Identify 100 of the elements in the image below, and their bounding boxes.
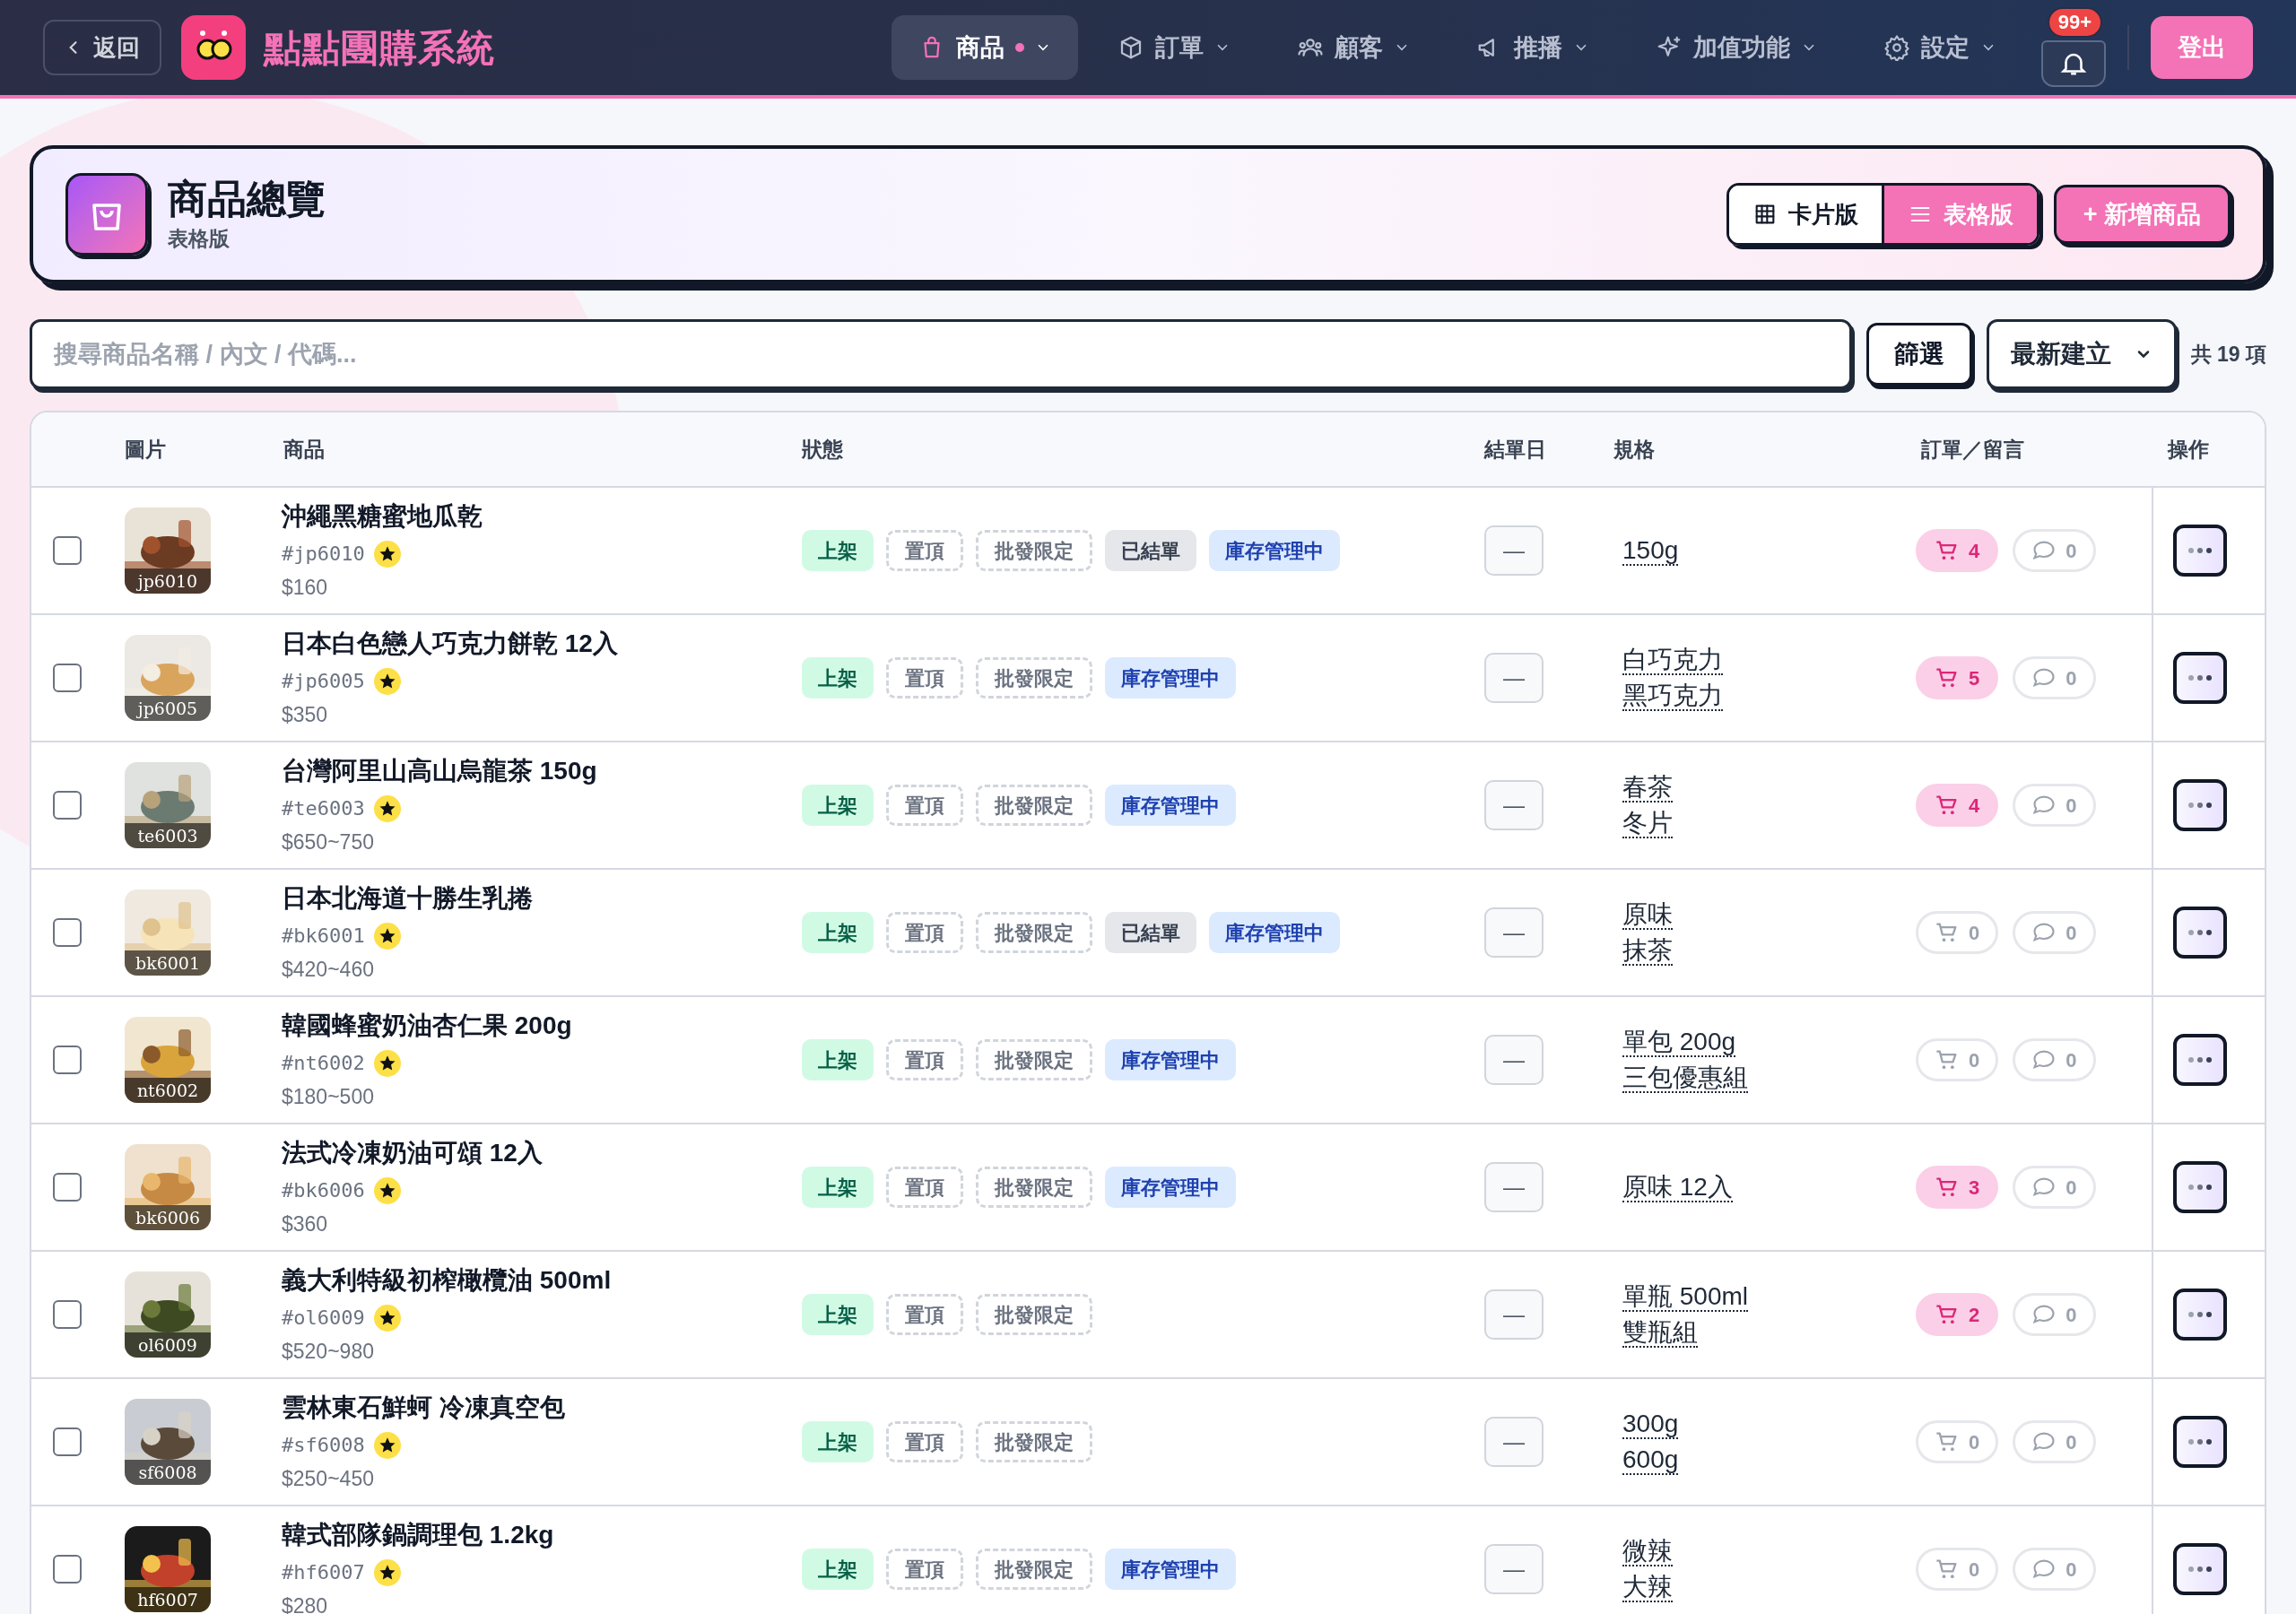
more-button[interactable] [2173,779,2227,831]
row-checkbox[interactable] [53,1300,82,1329]
product-price: $420~460 [282,957,375,984]
deadline-button[interactable]: — [1484,1162,1544,1212]
deadline-button[interactable]: — [1484,653,1544,703]
spec-option[interactable]: 抹茶 [1622,936,1673,966]
status-tag: 置頂 [886,530,963,571]
deadline-button[interactable]: — [1484,1417,1544,1467]
spec-option[interactable]: 單包 200g [1622,1028,1736,1057]
status-tag: 批發限定 [976,530,1092,571]
product-price: $250~450 [282,1466,375,1493]
nav-tab[interactable]: 商品 [891,15,1078,80]
product-code-label: bk6006 [125,1205,211,1230]
search-field[interactable]: 搜尋商品名稱 / 內文 / 代碼... [30,319,1852,389]
spec-option[interactable]: 冬片 [1622,809,1673,838]
more-button[interactable] [2173,907,2227,959]
row-checkbox[interactable] [53,536,82,565]
status-tag: 上架 [802,657,874,699]
spec-option[interactable]: 原味 [1622,900,1673,930]
nav-tab[interactable]: 訂單 [1091,15,1257,80]
status-tag: 置頂 [886,912,963,953]
spec-option[interactable]: 150g [1622,536,1679,566]
deadline-button[interactable]: — [1484,780,1544,830]
product-name: 日本北海道十勝生乳捲 [282,883,534,915]
status-tag: 置頂 [886,657,963,699]
page-title: 商品總覽 [168,175,326,222]
status-tag: 批發限定 [976,785,1092,826]
more-button[interactable] [2173,1034,2227,1086]
item-count: 共 19 項 [2190,341,2266,368]
more-button[interactable] [2173,1289,2227,1341]
row-checkbox[interactable] [53,918,82,947]
column-header: 狀態 [802,437,843,461]
row-checkbox[interactable] [53,1427,82,1456]
status-tag: 批發限定 [976,1167,1092,1208]
status-tag: 批發限定 [976,1294,1092,1335]
spec-option[interactable]: 黑巧克力 [1622,681,1723,711]
spec-option[interactable]: 白巧克力 [1622,646,1723,675]
deadline-button[interactable]: — [1484,525,1544,576]
status-tag: 上架 [802,530,874,571]
deadline-button[interactable]: — [1484,1544,1544,1594]
product-price: $650~750 [282,829,375,856]
more-icon [2187,547,2213,554]
row-checkbox[interactable] [53,791,82,820]
spec-option[interactable]: 雙瓶組 [1622,1318,1698,1348]
view-toggle[interactable]: 卡片版 [1728,186,1882,243]
spec-option[interactable]: 原味 12入 [1622,1173,1733,1202]
product-code: #sf6008 [282,1433,365,1459]
product-code-label: jp6010 [125,568,211,594]
status-tag: 庫存管理中 [1105,1549,1236,1590]
nav-tab[interactable]: 設定 [1857,15,2023,80]
status-tag: 置頂 [886,1039,963,1080]
deadline-button[interactable]: — [1484,907,1544,958]
status-tag: 批發限定 [976,657,1092,699]
more-icon [2187,1311,2213,1318]
product-name: 日本白色戀人巧克力餅乾 12入 [282,629,619,660]
nav-tab[interactable]: 推播 [1449,15,1616,80]
product-code: #nt6002 [282,1051,365,1077]
nav-tab[interactable]: 加值功能 [1629,15,1844,80]
spec-option[interactable]: 微辣 [1622,1537,1673,1566]
product-code: #bk6001 [282,924,365,950]
status-tag: 批發限定 [976,1039,1092,1080]
row-checkbox[interactable] [53,1555,82,1584]
product-name: 雲林東石鮮蚵 冷凍真空包 [282,1393,566,1424]
product-price: $360 [282,1211,329,1238]
status-tag: 批發限定 [976,1549,1092,1590]
nav-tab[interactable]: 顧客 [1270,15,1437,80]
more-button[interactable] [2173,525,2227,577]
status-tag: 上架 [802,1294,874,1335]
more-icon [2187,1438,2213,1445]
spec-option[interactable]: 600g [1622,1445,1679,1475]
more-button[interactable] [2173,1161,2227,1213]
spec-option[interactable]: 春茶 [1622,773,1673,803]
product-code-label: ol6009 [125,1332,211,1358]
deadline-button[interactable]: — [1484,1289,1544,1340]
spec-option[interactable]: 大辣 [1622,1573,1673,1602]
more-button[interactable] [2173,1543,2227,1595]
back-button[interactable]: 返回 [43,20,161,75]
row-checkbox[interactable] [53,664,82,692]
spec-option[interactable]: 三包優惠組 [1622,1063,1748,1093]
deadline-button[interactable]: — [1484,1035,1544,1085]
product-code: #te6003 [282,796,365,822]
row-checkbox[interactable] [53,1046,82,1074]
spec-option[interactable]: 300g [1622,1410,1679,1439]
product-name: 韓式部隊鍋調理包 1.2kg [282,1520,555,1551]
page-subtitle: 表格版 [168,225,230,252]
notification-button[interactable] [2041,40,2106,87]
status-tag: 置頂 [886,1294,963,1335]
more-button[interactable] [2173,652,2227,704]
column-header: 操作 [2168,437,2209,461]
product-code: #ol6009 [282,1306,365,1332]
status-tag: 批發限定 [976,1421,1092,1462]
row-checkbox[interactable] [53,1173,82,1202]
more-button[interactable] [2173,1416,2227,1468]
notification-badge: 99+ [2047,7,2102,38]
more-icon [2187,674,2213,681]
product-code-label: nt6002 [125,1078,211,1103]
status-tag: 批發限定 [976,912,1092,953]
status-tag: 上架 [802,1549,874,1590]
spec-option[interactable]: 單瓶 500ml [1622,1282,1749,1312]
status-tag: 上架 [802,912,874,953]
